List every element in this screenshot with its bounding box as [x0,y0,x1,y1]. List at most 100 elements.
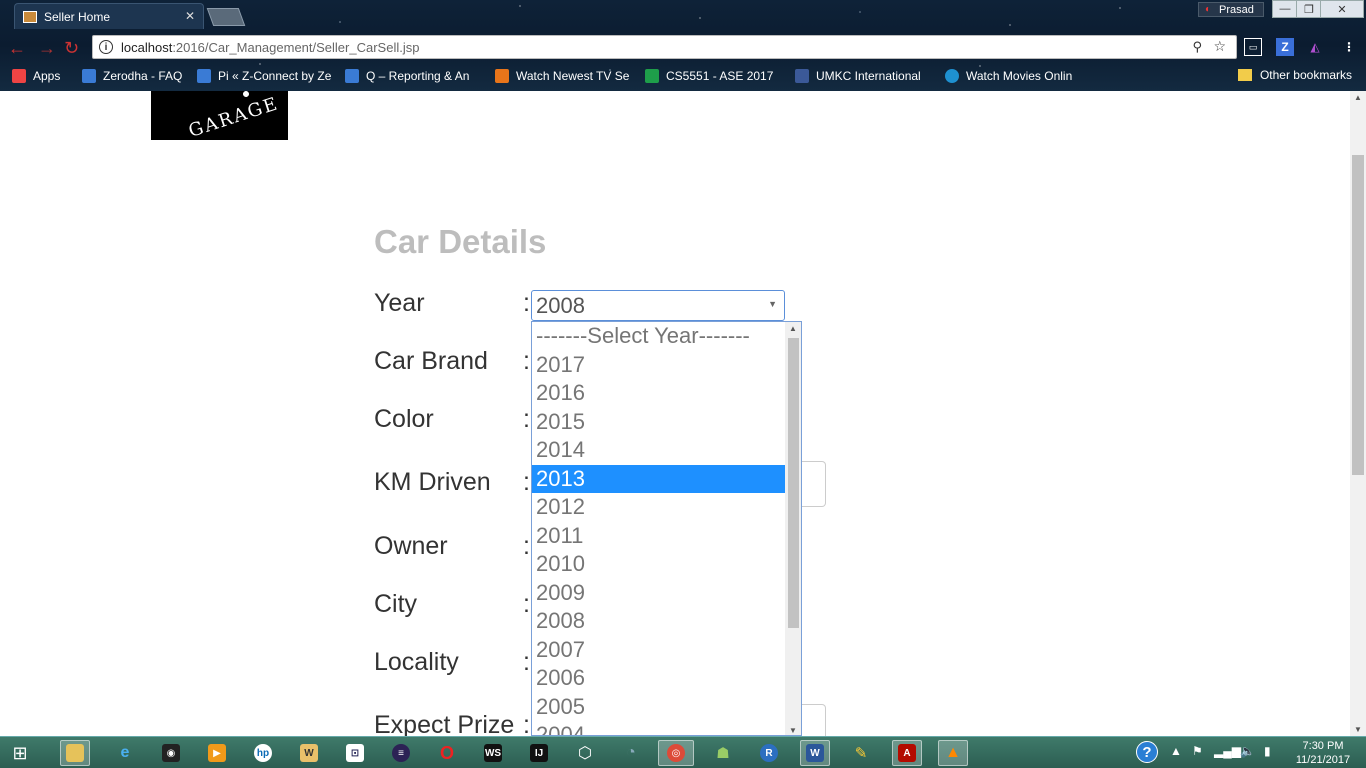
eclipse-button[interactable]: ≡ [386,740,416,766]
url-path: :2016/Car_Management/Seller_CarSell.jsp [172,39,420,55]
bookmark-other[interactable]: Other bookmarks [1237,68,1352,82]
forward-arrow-icon[interactable]: → [38,38,56,59]
year-option[interactable]: 2011 [532,522,785,551]
bookmark-zconnect[interactable]: Pi « Z-Connect by Ze [197,69,335,83]
clock-time: 7:30 PM [1302,740,1344,752]
acrobat-button[interactable]: A [892,740,922,766]
zoom-icon[interactable]: ⚲ [1192,39,1202,55]
label-car-brand: Car Brand [374,347,488,375]
flag-icon[interactable]: ⚑ [1192,744,1203,758]
extension-cast-icon[interactable]: ▭ [1244,38,1262,56]
year-option[interactable]: 2015 [532,408,785,437]
bookmark-star-icon[interactable]: ☆ [1213,38,1226,55]
vbox-button[interactable]: ⬡ [570,740,600,766]
explorer-button[interactable] [60,740,90,766]
word-button[interactable]: W [800,740,830,766]
profile-button[interactable]: ◐ Prasad [1198,2,1264,17]
ie-button[interactable]: e [110,740,140,766]
colon: : [523,468,530,496]
colon: : [523,405,530,433]
year-option[interactable]: 2010 [532,550,785,579]
hp-button[interactable]: hp [248,740,278,766]
start-button[interactable]: ⊞ [2,740,38,766]
page-content: GARAGE Car Details Year : Car Brand : Co… [0,91,1350,736]
clock-date: 11/21/2017 [1295,754,1351,766]
year-option[interactable]: 2014 [532,436,785,465]
year-option[interactable]: 2012 [532,493,785,522]
vlc-icon: ▲ [945,744,961,761]
intellij-button[interactable]: IJ [524,740,554,766]
vlc-button[interactable]: ▲ [938,740,968,766]
camera-button[interactable]: ◉ [156,740,186,766]
chrome-button[interactable]: ◎ [658,740,694,766]
app-button[interactable]: ⊡ [340,740,370,766]
android-icon: ☗ [716,745,730,762]
bookmark-apps[interactable]: Apps [12,69,72,83]
info-icon[interactable]: i [99,40,113,54]
android-button[interactable]: ☗ [708,740,738,766]
address-bar[interactable]: i localhost :2016/Car_Management/Seller_… [92,35,1237,59]
bookmark-umkc[interactable]: UMKC International [795,69,935,83]
bookmark-reporting[interactable]: Q – Reporting & An [345,69,485,83]
extension-z-icon[interactable]: Z [1276,38,1294,56]
year-option[interactable]: 2017 [532,351,785,380]
tab-favicon-icon [23,10,37,23]
year-option[interactable]: 2016 [532,379,785,408]
page-scrollbar[interactable]: ▲ ▼ [1350,91,1366,736]
bookmark-movies[interactable]: Watch Movies Onlin [945,69,1085,83]
word-pad-button[interactable]: W [294,740,324,766]
bookmark-zerodha[interactable]: Zerodha - FAQ [82,69,187,83]
signal-icon[interactable]: ▂▄▆ [1214,744,1241,758]
help-icon[interactable]: ? [1136,741,1158,763]
close-window-button[interactable]: ✕ [1320,0,1364,18]
extension-prism-icon[interactable]: ◭ [1306,38,1324,56]
play-icon [945,69,959,83]
label-color: Color [374,405,434,433]
volume-icon[interactable]: 🔈 [1240,744,1255,758]
media-icon: ▶ [208,744,226,762]
year-option[interactable]: 2009 [532,579,785,608]
year-option[interactable]: 2006 [532,664,785,693]
page-scroll-thumb[interactable] [1352,155,1364,475]
maximize-button[interactable]: ❐ [1296,0,1322,18]
bookmark-tv-series[interactable]: Watch Newest TV Se [495,69,635,83]
system-clock[interactable]: 7:30 PM 11/21/2017 [1288,739,1358,767]
battery-icon[interactable]: ▮ [1264,744,1271,758]
year-option[interactable]: 2013 [532,464,785,493]
tv-icon [495,69,509,83]
apps-icon [12,69,26,83]
media-button[interactable]: ▶ [202,740,232,766]
scroll-up-icon[interactable]: ▲ [1354,93,1362,102]
minimize-button[interactable]: — [1272,0,1298,18]
dropdown-scroll-thumb[interactable] [788,338,799,628]
scroll-up-icon[interactable]: ▲ [789,324,797,333]
r-button[interactable]: R [754,740,784,766]
app-icon: ⊡ [346,744,364,762]
doc-icon [197,69,211,83]
year-option[interactable]: 2007 [532,636,785,665]
tab-seller-home[interactable]: Seller Home ✕ [14,3,204,29]
webstorm-button[interactable]: WS [478,740,508,766]
year-dropdown-list[interactable]: -------Select Year------- 2017 2016 2015 201… [531,321,802,736]
scroll-down-icon[interactable]: ▼ [1354,725,1362,734]
tray-expand-icon[interactable]: ▲ [1170,744,1182,758]
year-option[interactable]: 2008 [532,607,785,636]
year-option[interactable]: 2004 [532,721,785,735]
dropdown-scrollbar[interactable]: ▲ ▼ [785,322,801,735]
bookmark-cs5551[interactable]: CS5551 - ASE 2017 [645,69,785,83]
reload-icon[interactable]: ↻ [64,38,79,59]
site-logo[interactable]: GARAGE [151,91,288,142]
year-option[interactable]: -------Select Year------- [532,322,785,351]
tool-button[interactable]: ✎ [846,740,876,766]
back-arrow-icon[interactable]: ← [8,38,26,59]
year-select[interactable]: 2008 ▼ [531,290,785,321]
year-option[interactable]: 2005 [532,693,785,722]
eclipse-icon: ≡ [392,744,410,762]
scroll-down-icon[interactable]: ▼ [789,726,797,735]
tab-close-icon[interactable]: ✕ [185,9,195,23]
colon: : [523,711,530,736]
opera-button[interactable]: O [432,740,462,766]
menu-icon[interactable]: ⋮ [1340,38,1358,56]
mysql-button[interactable]: ◔ [616,740,646,766]
new-tab-button[interactable] [206,8,246,26]
